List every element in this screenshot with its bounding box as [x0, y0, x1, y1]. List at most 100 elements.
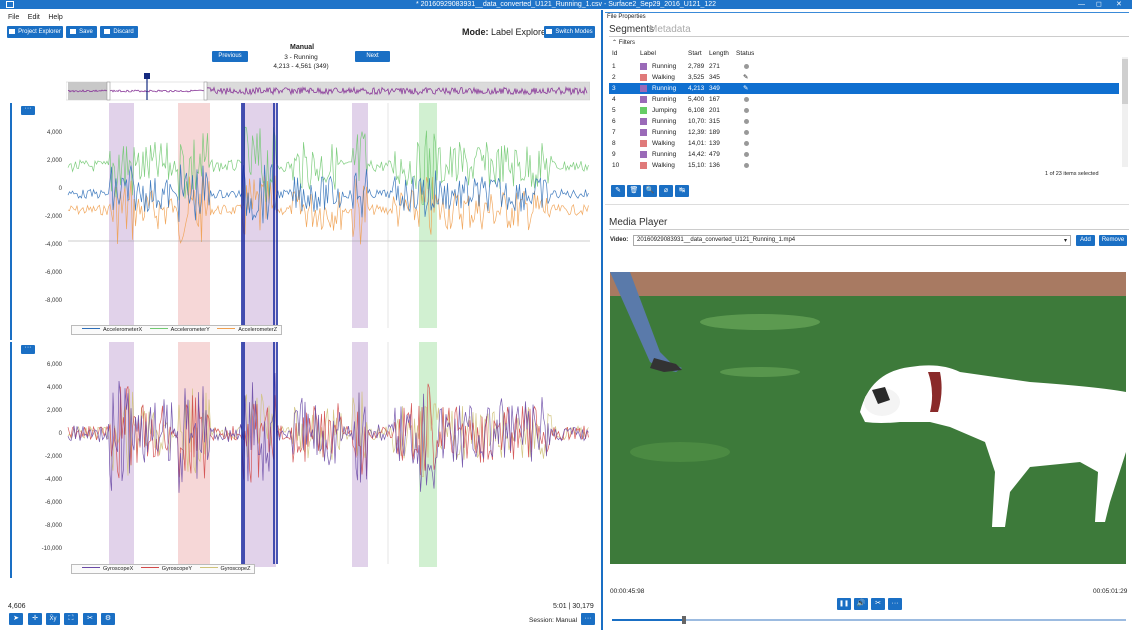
row-start: 3,525: [688, 74, 705, 81]
switch-icon: [546, 29, 553, 34]
menu-file[interactable]: File: [8, 12, 19, 24]
table-row[interactable]: 3 Running 4,213 349 ✎: [609, 83, 1119, 94]
table-row[interactable]: 7 Running 12,39: 189: [609, 127, 1119, 138]
row-label: Jumping: [652, 107, 677, 114]
switch-modes-button[interactable]: Switch Modes: [544, 26, 595, 38]
clip-icon[interactable]: ✂: [871, 598, 885, 610]
segment-band: [109, 103, 134, 328]
column-status[interactable]: Status: [736, 50, 754, 57]
column-id[interactable]: Id: [612, 50, 617, 57]
maximize-icon[interactable]: ◻: [1096, 0, 1102, 9]
y-tick-label: -4,000: [45, 477, 63, 483]
table-row[interactable]: 1 Running 2,789 271: [609, 61, 1119, 72]
pane-splitter[interactable]: [601, 10, 603, 630]
table-row[interactable]: 2 Walking 3,525 345 ✎: [609, 72, 1119, 83]
discard-button[interactable]: Discard: [100, 26, 138, 38]
legend-swatch-gyroscope-x: [82, 566, 100, 568]
overview-cursor-knob[interactable]: [144, 73, 150, 79]
filters-toggle[interactable]: ⌃ Filters: [612, 39, 635, 46]
row-start: 12,39:: [688, 129, 707, 136]
edit-segment-icon[interactable]: ✎: [611, 185, 625, 197]
status-dot-icon: [744, 163, 749, 168]
table-row[interactable]: 8 Walking 14,01: 139: [609, 138, 1119, 149]
column-start[interactable]: Start: [688, 50, 702, 57]
video-frame[interactable]: [610, 272, 1126, 564]
row-start: 14,01:: [688, 140, 707, 147]
close-icon[interactable]: ✕: [1116, 0, 1122, 9]
minimize-icon[interactable]: —: [1078, 0, 1085, 9]
select-tool-icon[interactable]: ➤: [9, 613, 23, 625]
overview-handle-right[interactable]: [203, 81, 208, 101]
session-more-button[interactable]: ···: [581, 613, 595, 625]
media-more-button[interactable]: ···: [888, 598, 902, 610]
media-player-title: Media Player: [609, 217, 668, 228]
accelerometer-plot[interactable]: ··· 4,000 2,000 0 -2,000 -4,000 -6,000 -8,000 …: [10, 103, 592, 340]
table-row[interactable]: 5 Jumping 6,108 201: [609, 105, 1119, 116]
row-label: Walking: [652, 140, 675, 147]
label-color-swatch: [640, 162, 647, 169]
tab-metadata[interactable]: Metadata: [649, 24, 691, 35]
y-tick-label: -4,000: [45, 242, 63, 248]
status-dot-icon: [744, 97, 749, 102]
row-length: 189: [709, 129, 720, 136]
volume-icon[interactable]: 🔊: [854, 598, 868, 610]
row-label: Running: [652, 63, 677, 70]
column-label[interactable]: Label: [640, 50, 656, 57]
menu-edit[interactable]: Edit: [28, 12, 40, 24]
video-select[interactable]: 20160929083931__data_converted_U121_Runn…: [633, 235, 1071, 246]
cut-tool-icon[interactable]: ✂: [83, 613, 97, 625]
video-scene: [610, 272, 1126, 564]
row-start: 4,213: [688, 85, 705, 92]
status-dot-icon: [744, 119, 749, 124]
split-segment-icon[interactable]: ↹: [675, 185, 689, 197]
crosshair-tool-icon[interactable]: ✛: [28, 613, 42, 625]
tab-segments[interactable]: Segments: [609, 24, 654, 35]
label-color-swatch: [640, 140, 647, 147]
row-id: 7: [612, 129, 616, 136]
y-tick-label: -2,000: [45, 454, 63, 460]
legend-gyroscope-x: GyroscopeX: [103, 566, 134, 572]
pencil-icon: ✎: [743, 74, 749, 81]
table-scrollbar-thumb[interactable]: [1122, 59, 1128, 104]
table-scrollbar[interactable]: [1122, 57, 1128, 167]
folder-icon: [9, 29, 16, 34]
row-start: 5,400: [688, 96, 705, 103]
row-label: Running: [652, 118, 677, 125]
video-seek-thumb[interactable]: [681, 616, 686, 624]
table-row[interactable]: 9 Running 14,42: 479: [609, 149, 1119, 160]
add-video-button[interactable]: Add: [1076, 235, 1095, 246]
pause-icon[interactable]: ❚❚: [837, 598, 851, 610]
video-seek-progress: [612, 619, 684, 621]
legend-swatch-accelerometer-y: [149, 327, 168, 329]
table-row[interactable]: 4 Running 5,400 167: [609, 94, 1119, 105]
filter-segment-icon[interactable]: ⌀: [659, 185, 673, 197]
row-label: Walking: [652, 74, 675, 81]
menu-help[interactable]: Help: [48, 12, 62, 24]
next-button[interactable]: Next: [355, 51, 390, 62]
accelerometer-chart: 4,000 2,000 0 -2,000 -4,000 -6,000 -8,000: [45, 103, 590, 328]
save-button[interactable]: Save: [66, 26, 97, 38]
legend-swatch-gyroscope-y: [140, 566, 159, 568]
delete-segment-icon[interactable]: 🗑: [627, 185, 641, 197]
table-row[interactable]: 6 Running 10,70: 315: [609, 116, 1119, 127]
overview-handle-left[interactable]: [106, 81, 111, 101]
label-color-swatch: [640, 107, 647, 114]
row-id: 8: [612, 140, 616, 147]
table-row[interactable]: 10 Walking 15,10: 136: [609, 160, 1119, 171]
navigator-mode: Manual: [290, 44, 315, 51]
media-player-underline: [609, 229, 1129, 230]
label-color-swatch: [640, 118, 647, 125]
project-explorer-button[interactable]: Project Explorer: [7, 26, 63, 38]
gyroscope-plot[interactable]: ··· 6,000 4,000 2,000 0 -2,000 -4,000 -6,000 -8…: [10, 342, 592, 578]
fit-tool-icon[interactable]: ⛶: [64, 613, 78, 625]
previous-button[interactable]: Previous: [212, 51, 248, 62]
overview-strip[interactable]: [65, 72, 591, 102]
zoom-segment-icon[interactable]: 🔍: [643, 185, 657, 197]
row-length: 201: [709, 107, 720, 114]
remove-video-button[interactable]: Remove: [1099, 235, 1127, 246]
settings-tool-icon[interactable]: ⚙: [101, 613, 115, 625]
video-seek-bar[interactable]: [612, 616, 1126, 624]
selection-count: 1 of 23 items selected: [1045, 171, 1099, 177]
column-length[interactable]: Length: [709, 50, 729, 57]
axis-tool-icon[interactable]: X̄y: [46, 613, 60, 625]
